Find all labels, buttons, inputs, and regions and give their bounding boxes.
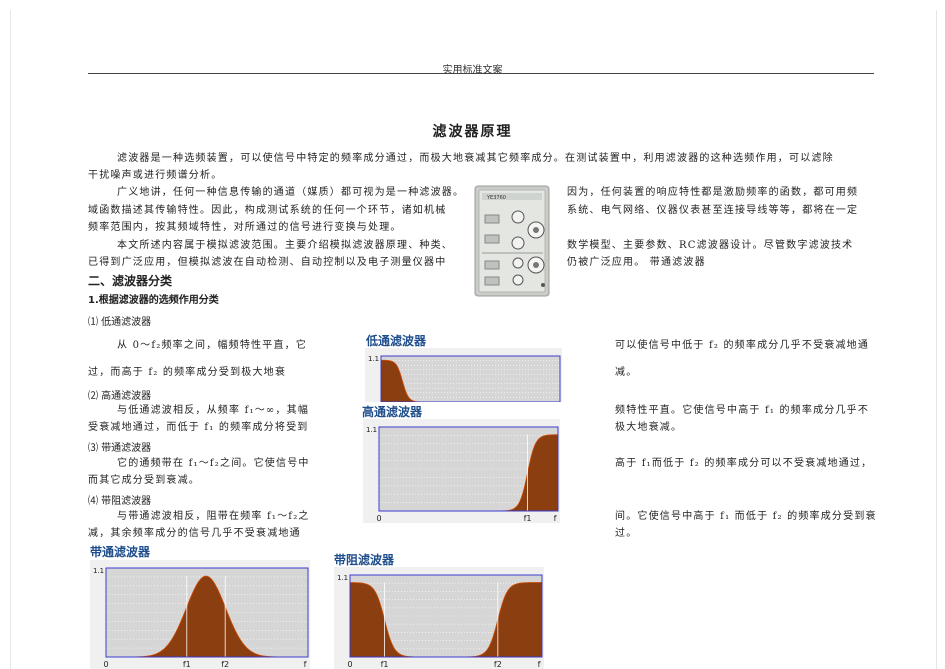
section-2-subheading: 1.根据滤波器的选频作用分类 — [88, 295, 219, 306]
y-tick-label: 1.1 — [366, 426, 377, 434]
paragraph-2-line-1-right: 因为，任何装置的响应特性都是激励频率的函数，都可用频 — [567, 187, 859, 198]
page-title: 滤波器原理 — [432, 124, 513, 140]
paragraph-3-line-1-left: 本文所述内容属于模拟滤波范围。主要介绍模拟滤波器原理、种类、 — [117, 240, 453, 251]
item-2-line-2-right: 极大地衰减。 — [615, 422, 683, 433]
device-label: YE3760 — [486, 195, 506, 201]
paragraph-3-line-2-left: 已得到广泛应用，但模拟滤波在自动检测、自动控制以及电子测量仪器中 — [88, 257, 447, 268]
paragraph-2-line-1-left: 广义地讲，任何一种信息传输的通道（媒质）都可视为是一种滤波器。 — [117, 187, 465, 198]
highpass-chart: 1.1 0 f1 f — [363, 419, 560, 523]
item-1-line-1-left: 从 0～f₂频率之间，幅频特性平直，它 — [117, 340, 308, 351]
item-4-title: ⑷ 带阻滤波器 — [88, 496, 152, 507]
paragraph-1-line-1: 滤波器是一种选频装置，可以使信号中特定的频率成分通过，而极大地衰减其它频率成分。… — [117, 153, 834, 164]
y-tick-label: 1.1 — [368, 355, 379, 363]
lowpass-chart: 1.1 — [365, 348, 562, 402]
y-tick-label: 1.1 — [93, 567, 104, 575]
x-tick-label: 0 — [347, 660, 352, 669]
y-tick-label: 1.1 — [337, 574, 348, 582]
lowpass-chart-title: 低通滤波器 — [366, 334, 427, 348]
item-4-line-2-left: 减，其余频率成分的信号几乎不受衰减地通 — [88, 528, 301, 539]
x-tick-label: f — [554, 514, 557, 523]
plot-area — [381, 356, 560, 402]
paragraph-1-line-2: 干扰噪声或进行频谱分析。 — [88, 170, 223, 181]
item-3-title: ⑶ 带通滤波器 — [88, 443, 152, 454]
x-tick-label: f2 — [221, 660, 229, 669]
item-2-line-2-left: 受衰减地通过，而低于 f₁ 的频率成分将受到 — [88, 422, 309, 433]
x-tick-label: f — [304, 660, 307, 669]
paragraph-2-line-2-left: 域函数描述其传输特性。因此，构成测试系统的任何一个环节，诸如机械 — [88, 205, 447, 216]
bandstop-chart-title: 带阻滤波器 — [334, 553, 395, 567]
item-4-line-1-left: 与带通滤波相反，阻带在频率 f₁～f₂之 — [117, 511, 310, 522]
x-tick-label: f — [538, 660, 541, 669]
highpass-chart-title: 高通滤波器 — [362, 405, 423, 419]
item-1-line-2-left: 过，而高于 f₂ 的频率成分受到极大地衰 — [88, 367, 287, 378]
x-tick-label: f1 — [381, 660, 389, 669]
item-2-line-1-right: 频特性平直。它使信号中高于 f₁ 的频率成分几乎不 — [615, 405, 870, 416]
bandstop-chart: 1.1 0 f1 f2 f — [334, 567, 544, 669]
item-2-line-1-left: 与低通滤波相反，从频率 f₁～∞，其幅 — [117, 405, 310, 416]
filter-device-image: YE3760 — [474, 185, 550, 297]
paragraph-3-line-2-right: 仍被广泛应用。 带通滤波器 — [567, 257, 706, 268]
item-1-line-1-right: 可以使信号中低于 f₂ 的频率成分几乎不受衰减地通 — [615, 340, 870, 351]
paragraph-2-line-2-right: 系统、电气网络、仪器仪表甚至连接导线等等，都将在一定 — [567, 205, 859, 216]
item-3-line-1-left: 它的通频带在 f₁～f₂之间。它使信号中 — [117, 458, 310, 469]
item-4-line-2-right: 过。 — [615, 528, 638, 539]
x-tick-label: f1 — [183, 660, 191, 669]
paragraph-3-line-1-right: 数学模型、主要参数、RC滤波器设计。尽管数字滤波技术 — [567, 240, 854, 251]
item-1-line-2-right: 减。 — [615, 367, 638, 378]
x-tick-label: 0 — [103, 660, 108, 669]
item-1-title: ⑴ 低通滤波器 — [88, 317, 152, 328]
x-tick-label: f2 — [494, 660, 502, 669]
x-tick-label: 0 — [376, 514, 381, 523]
bandpass-chart: 1.1 0 f1 f2 f — [90, 560, 310, 669]
item-3-line-2-left: 而其它成分受到衰减。 — [88, 475, 200, 486]
bandpass-chart-title: 带通滤波器 — [90, 545, 151, 559]
item-4-line-1-right: 间。它使信号中高于 f₁ 而低于 f₂ 的频率成分受到衰 — [615, 511, 877, 522]
item-3-line-1-right: 高于 f₁而低于 f₂ 的频率成分可以不受衰减地通过， — [615, 458, 873, 469]
header-rule — [88, 73, 874, 74]
section-2-heading: 二、滤波器分类 — [88, 274, 173, 288]
item-2-title: ⑵ 高通滤波器 — [88, 391, 152, 402]
x-tick-label: f1 — [524, 514, 532, 523]
paragraph-2-line-3-left: 频率范围内，按其频域特性，对所通过的信号进行变换与处理。 — [88, 222, 402, 233]
